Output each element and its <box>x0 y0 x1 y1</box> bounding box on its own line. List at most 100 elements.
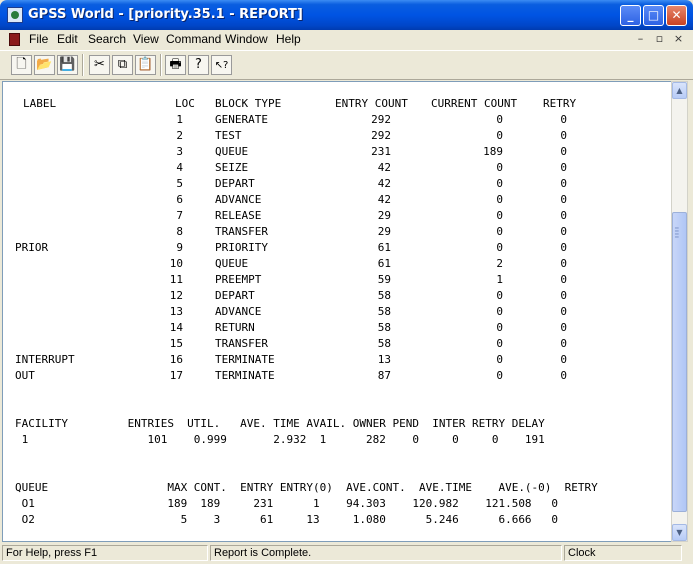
copy-button[interactable]: ⧉ <box>112 55 133 75</box>
block-retry: 0 <box>560 193 567 206</box>
block-current-count: 0 <box>496 337 503 350</box>
block-current-count: 2 <box>496 257 503 270</box>
block-current-count: 0 <box>496 353 503 366</box>
cut-button[interactable]: ✂ <box>89 55 110 75</box>
block-current-count: 0 <box>496 129 503 142</box>
minimize-button[interactable]: _ <box>620 5 641 26</box>
context-help-icon: ↖? <box>214 60 229 71</box>
block-entry-count: 42 <box>377 193 391 206</box>
block-loc: 2 <box>176 129 183 142</box>
app-window: GPSS World - [priority.35.1 - REPORT] _ … <box>0 0 693 564</box>
toolbar: 🗋 📂 💾 ✂ ⧉ 📋 🖶 ? ↖? <box>0 50 693 80</box>
save-button[interactable]: 💾 <box>57 55 78 75</box>
status-bar: For Help, press F1 Report is Complete. C… <box>0 543 693 564</box>
block-loc: 15 <box>169 337 183 350</box>
status-message: Report is Complete. <box>210 545 562 561</box>
block-type: QUEUE <box>215 145 249 158</box>
col-header-entry-count: ENTRY COUNT <box>335 97 408 110</box>
menu-help[interactable]: Help <box>276 32 301 46</box>
status-clock: Clock <box>564 545 682 561</box>
paste-icon: 📋 <box>137 57 154 72</box>
block-entry-count: 292 <box>371 113 391 126</box>
block-retry: 0 <box>560 161 567 174</box>
maximize-button[interactable]: □ <box>643 5 664 26</box>
block-current-count: 0 <box>496 305 503 318</box>
block-loc: 10 <box>169 257 183 270</box>
new-button[interactable]: 🗋 <box>11 55 32 75</box>
block-current-count: 0 <box>496 177 503 190</box>
mdi-minimize-button[interactable]: – <box>633 32 648 46</box>
app-icon[interactable] <box>7 7 23 23</box>
status-help-text: For Help, press F1 <box>2 545 208 561</box>
block-loc: 17 <box>169 369 183 382</box>
menu-search[interactable]: Search <box>88 32 126 46</box>
block-entry-count: 292 <box>371 129 391 142</box>
title-bar[interactable]: GPSS World - [priority.35.1 - REPORT] _ … <box>0 0 693 30</box>
mdi-restore-button[interactable]: ▫ <box>652 32 667 46</box>
queue-row: O2 5 3 61 13 1.080 5.246 6.666 0 <box>15 513 559 526</box>
facility-row: 1 101 0.999 2.932 1 282 0 0 0 191 <box>15 433 545 446</box>
scroll-thumb[interactable] <box>672 212 687 512</box>
block-type: RELEASE <box>215 209 262 222</box>
col-header-current-count: CURRENT COUNT <box>431 97 518 110</box>
block-label: PRIOR <box>15 241 49 254</box>
block-type: DEPART <box>215 177 255 190</box>
toolbar-separator <box>160 54 162 76</box>
block-retry: 0 <box>560 353 567 366</box>
block-type: TERMINATE <box>215 369 275 382</box>
scroll-down-button[interactable]: ▼ <box>672 524 687 541</box>
block-loc: 12 <box>169 289 183 302</box>
block-entry-count: 58 <box>377 321 391 334</box>
open-button[interactable]: 📂 <box>34 55 55 75</box>
block-label: OUT <box>15 369 35 382</box>
block-entry-count: 29 <box>377 225 391 238</box>
block-current-count: 0 <box>496 225 503 238</box>
queue-header: QUEUE MAX CONT. ENTRY ENTRY(0) AVE.CONT.… <box>15 481 598 494</box>
menu-file[interactable]: File <box>29 32 48 46</box>
scroll-up-button[interactable]: ▲ <box>672 82 687 99</box>
block-current-count: 189 <box>483 145 503 158</box>
block-retry: 0 <box>560 129 567 142</box>
block-type: PREEMPT <box>215 273 262 286</box>
facility-header: FACILITY ENTRIES UTIL. AVE. TIME AVAIL. … <box>15 417 545 430</box>
block-retry: 0 <box>560 305 567 318</box>
help-icon: ? <box>195 57 202 72</box>
block-retry: 0 <box>560 337 567 350</box>
help-button[interactable]: ? <box>188 55 209 75</box>
menu-command[interactable]: Command <box>166 32 221 46</box>
block-loc: 3 <box>176 145 183 158</box>
print-icon: 🖶 <box>169 57 182 72</box>
block-type: PRIORITY <box>215 241 268 254</box>
block-retry: 0 <box>560 241 567 254</box>
block-type: QUEUE <box>215 257 249 270</box>
block-current-count: 0 <box>496 241 503 254</box>
paste-button[interactable]: 📋 <box>135 55 156 75</box>
close-button[interactable]: ✕ <box>666 5 687 26</box>
context-help-button[interactable]: ↖? <box>211 55 232 75</box>
print-button[interactable]: 🖶 <box>165 55 186 75</box>
block-loc: 14 <box>169 321 183 334</box>
block-type: TRANSFER <box>215 225 268 238</box>
block-type: TEST <box>215 129 242 142</box>
menu-edit[interactable]: Edit <box>57 32 78 46</box>
vertical-scrollbar[interactable]: ▲ ━ ━ ━ ━ ▼ <box>671 81 688 542</box>
menu-window[interactable]: Window <box>225 32 268 46</box>
document-icon[interactable] <box>9 33 20 46</box>
block-retry: 0 <box>560 273 567 286</box>
mdi-close-button[interactable]: × <box>671 32 686 46</box>
block-loc: 9 <box>176 241 183 254</box>
block-current-count: 0 <box>496 321 503 334</box>
block-loc: 6 <box>176 193 183 206</box>
block-loc: 16 <box>169 353 183 366</box>
copy-icon: ⧉ <box>117 57 128 72</box>
block-retry: 0 <box>560 225 567 238</box>
block-current-count: 0 <box>496 193 503 206</box>
block-loc: 8 <box>176 225 183 238</box>
menu-view[interactable]: View <box>133 32 159 46</box>
report-view[interactable]: LABEL LOC BLOCK TYPE ENTRY COUNT CURRENT… <box>2 81 672 542</box>
block-current-count: 0 <box>496 289 503 302</box>
block-entry-count: 61 <box>377 257 391 270</box>
block-type: RETURN <box>215 321 255 334</box>
block-entry-count: 42 <box>377 177 391 190</box>
block-retry: 0 <box>560 113 567 126</box>
